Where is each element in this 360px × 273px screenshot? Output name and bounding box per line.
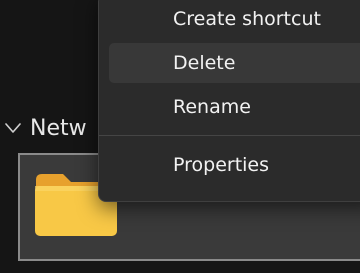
context-menu: Create shortcut Delete Rename Properties [98, 0, 360, 202]
menu-item-delete-label: Delete [173, 52, 236, 74]
menu-item-rename-label: Rename [173, 96, 251, 118]
menu-item-delete[interactable]: Delete [109, 43, 360, 83]
menu-item-properties-label: Properties [173, 154, 270, 176]
chevron-down-icon[interactable] [4, 119, 22, 137]
menu-item-create-shortcut[interactable]: Create shortcut [109, 0, 360, 39]
menu-item-create-shortcut-label: Create shortcut [173, 8, 321, 30]
menu-divider [99, 135, 360, 136]
network-group-label: Netw [30, 115, 87, 141]
menu-item-rename[interactable]: Rename [109, 87, 360, 127]
network-group-header[interactable]: Netw [4, 110, 87, 146]
menu-item-properties[interactable]: Properties [109, 145, 360, 185]
